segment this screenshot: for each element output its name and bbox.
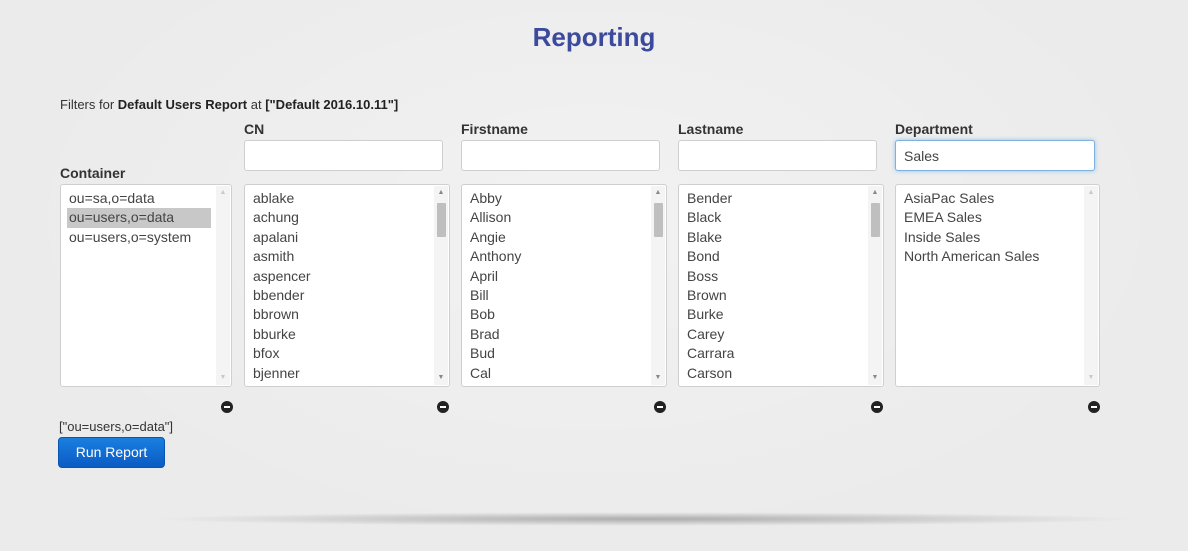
- scroll-thumb[interactable]: [654, 203, 663, 237]
- scroll-up-icon[interactable]: ▲: [868, 186, 882, 200]
- selected-container-readout: ["ou=users,o=data"]: [59, 419, 174, 434]
- container-label: Container: [60, 165, 126, 181]
- scroll-down-icon[interactable]: ▼: [651, 371, 665, 385]
- scroll-up-icon[interactable]: ▲: [216, 186, 230, 200]
- scroll-down-icon[interactable]: ▼: [1084, 371, 1098, 385]
- list-option[interactable]: Abby: [470, 189, 646, 208]
- list-option[interactable]: Brown: [687, 286, 863, 305]
- cn-options: ablake achung apalani asmith aspencer bbender…: [253, 189, 429, 386]
- list-option[interactable]: Ca: [687, 383, 863, 386]
- list-option[interactable]: aspencer: [253, 267, 429, 286]
- list-option[interactable]: apalani: [253, 228, 429, 247]
- list-option[interactable]: asmith: [253, 247, 429, 266]
- scroll-thumb[interactable]: [871, 203, 880, 237]
- firstname-remove-icon[interactable]: [654, 401, 666, 413]
- list-option[interactable]: Boss: [687, 267, 863, 286]
- department-label: Department: [895, 121, 973, 137]
- reporting-page: Reporting Filters for Default Users Repo…: [0, 0, 1188, 551]
- list-option[interactable]: Allison: [470, 208, 646, 227]
- department-filter-input[interactable]: [895, 140, 1095, 171]
- list-option[interactable]: Bob: [470, 305, 646, 324]
- list-option[interactable]: Black: [687, 208, 863, 227]
- list-option[interactable]: bjenner: [253, 364, 429, 383]
- firstname-label: Firstname: [461, 121, 528, 137]
- run-report-button[interactable]: Run Report: [58, 437, 165, 468]
- filters-summary: Filters for Default Users Report at ["De…: [60, 97, 398, 112]
- filters-prefix: Filters for: [60, 97, 118, 112]
- firstname-options: Abby Allison Angie Anthony April Bill Bob Brad B…: [470, 189, 646, 386]
- list-option[interactable]: ou=sa,o=data: [69, 189, 211, 208]
- lastname-listbox[interactable]: Bender Black Blake Bond Boss Brown Burke Carey C…: [678, 184, 884, 387]
- list-option[interactable]: bbender: [253, 286, 429, 305]
- container-scrollbar[interactable]: ▲ ▼: [216, 186, 230, 385]
- list-option[interactable]: achung: [253, 208, 429, 227]
- department-listbox[interactable]: AsiaPac Sales EMEA Sales Inside Sales North…: [895, 184, 1100, 387]
- list-option[interactable]: Blake: [687, 228, 863, 247]
- container-listbox[interactable]: ou=sa,o=data ou=users,o=data ou=users,o=sy…: [60, 184, 232, 387]
- cn-scrollbar[interactable]: ▲ ▼: [434, 186, 448, 385]
- cn-remove-icon[interactable]: [437, 401, 449, 413]
- list-option[interactable]: Brad: [470, 325, 646, 344]
- department-options: AsiaPac Sales EMEA Sales Inside Sales North…: [904, 189, 1079, 267]
- lastname-options: Bender Black Blake Bond Boss Brown Burke Carey C…: [687, 189, 863, 386]
- list-option[interactable]: Inside Sales: [904, 228, 1079, 247]
- lastname-label: Lastname: [678, 121, 744, 137]
- scroll-down-icon[interactable]: ▼: [216, 371, 230, 385]
- lastname-scrollbar[interactable]: ▲ ▼: [868, 186, 882, 385]
- scroll-up-icon[interactable]: ▲: [434, 186, 448, 200]
- page-title: Reporting: [532, 22, 656, 52]
- firstname-listbox[interactable]: Abby Allison Angie Anthony April Bill Bob Brad B…: [461, 184, 667, 387]
- scroll-up-icon[interactable]: ▲: [651, 186, 665, 200]
- firstname-scrollbar[interactable]: ▲ ▼: [651, 186, 665, 385]
- firstname-filter-input[interactable]: [461, 140, 660, 171]
- scroll-down-icon[interactable]: ▼: [868, 371, 882, 385]
- department-remove-icon[interactable]: [1088, 401, 1100, 413]
- list-option[interactable]: ablake: [253, 189, 429, 208]
- scroll-down-icon[interactable]: ▼: [434, 371, 448, 385]
- list-option[interactable]: Bond: [687, 247, 863, 266]
- department-scrollbar[interactable]: ▲ ▼: [1084, 186, 1098, 385]
- list-option[interactable]: bbrown: [253, 305, 429, 324]
- list-option[interactable]: Bill: [470, 286, 646, 305]
- scroll-up-icon[interactable]: ▲: [1084, 186, 1098, 200]
- list-option[interactable]: Ch: [470, 383, 646, 386]
- container-options: ou=sa,o=data ou=users,o=data ou=users,o=sy…: [67, 189, 211, 247]
- list-option[interactable]: Cal: [470, 364, 646, 383]
- list-option[interactable]: AsiaPac Sales: [904, 189, 1079, 208]
- list-option[interactable]: Carson: [687, 364, 863, 383]
- list-option[interactable]: Anthony: [470, 247, 646, 266]
- lastname-remove-icon[interactable]: [871, 401, 883, 413]
- list-option[interactable]: bk: [253, 383, 429, 386]
- list-option[interactable]: Carrara: [687, 344, 863, 363]
- cn-label: CN: [244, 121, 265, 137]
- list-option[interactable]: ou=users,o=data: [67, 208, 211, 228]
- list-option[interactable]: bfox: [253, 344, 429, 363]
- list-option[interactable]: ou=users,o=system: [69, 228, 211, 247]
- list-option[interactable]: Carey: [687, 325, 863, 344]
- report-profile: ["Default 2016.10.11"]: [265, 97, 399, 112]
- list-option[interactable]: bburke: [253, 325, 429, 344]
- cn-filter-input[interactable]: [244, 140, 443, 171]
- filters-at: at: [247, 97, 266, 112]
- list-option[interactable]: EMEA Sales: [904, 208, 1079, 227]
- list-option[interactable]: Bud: [470, 344, 646, 363]
- list-option[interactable]: April: [470, 267, 646, 286]
- scroll-thumb[interactable]: [437, 203, 446, 237]
- list-option[interactable]: Burke: [687, 305, 863, 324]
- container-remove-icon[interactable]: [221, 401, 233, 413]
- cn-listbox[interactable]: ablake achung apalani asmith aspencer bbender…: [244, 184, 450, 387]
- list-option[interactable]: Angie: [470, 228, 646, 247]
- list-option[interactable]: Bender: [687, 189, 863, 208]
- page-shadow: [150, 512, 1140, 526]
- list-option[interactable]: North American Sales: [904, 247, 1079, 266]
- report-name: Default Users Report: [117, 97, 248, 112]
- lastname-filter-input[interactable]: [678, 140, 877, 171]
